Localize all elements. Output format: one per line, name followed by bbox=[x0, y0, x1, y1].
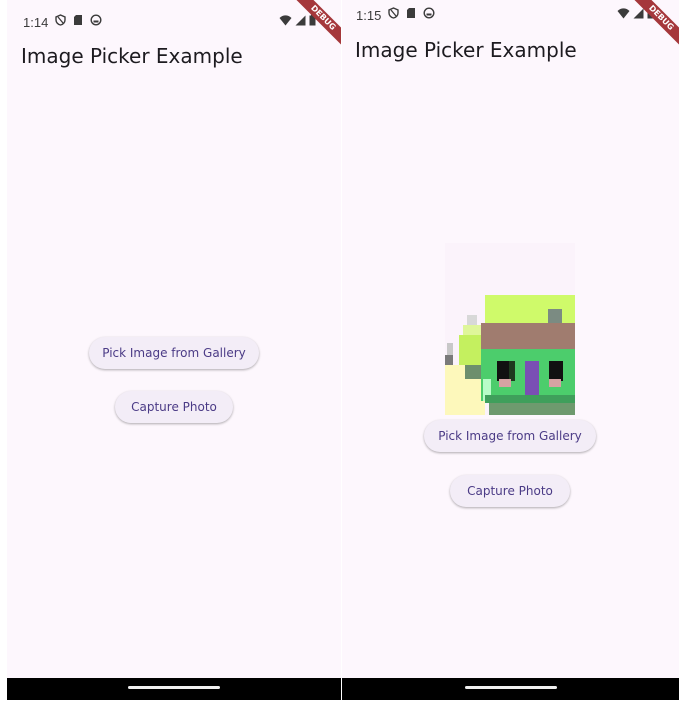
home-handle[interactable] bbox=[464, 686, 557, 689]
shield-icon bbox=[55, 14, 66, 26]
page-title: Image Picker Example bbox=[21, 44, 243, 68]
debug-banner: DEBUG bbox=[629, 0, 679, 50]
debug-banner-label: DEBUG bbox=[291, 0, 341, 50]
left-screen: 1:14 DEBUG Image Picker Example Pick Ima… bbox=[7, 0, 341, 700]
right-screen: 1:15 DEBUG Image Picker Example Pick Ima… bbox=[342, 0, 679, 700]
debug-banner: DEBUG bbox=[291, 0, 341, 50]
status-time: 1:14 bbox=[23, 15, 49, 30]
capture-photo-button[interactable]: Capture Photo bbox=[115, 391, 233, 423]
pick-gallery-button[interactable]: Pick Image from Gallery bbox=[424, 420, 596, 452]
capture-photo-button[interactable]: Capture Photo bbox=[450, 475, 570, 507]
notification-icons bbox=[55, 14, 102, 26]
page-title: Image Picker Example bbox=[355, 38, 577, 62]
shield-icon bbox=[388, 7, 399, 19]
sd-card-icon bbox=[407, 8, 415, 18]
sync-icon bbox=[423, 7, 435, 19]
sd-card-icon bbox=[74, 15, 82, 25]
home-handle[interactable] bbox=[128, 686, 220, 689]
system-nav-bar bbox=[342, 678, 679, 700]
pick-gallery-button[interactable]: Pick Image from Gallery bbox=[89, 337, 259, 369]
sync-icon bbox=[90, 14, 102, 26]
system-nav-bar bbox=[7, 678, 341, 700]
status-time: 1:15 bbox=[356, 8, 382, 23]
picked-image-preview bbox=[445, 243, 575, 415]
notification-icons bbox=[388, 7, 435, 19]
debug-banner-label: DEBUG bbox=[629, 0, 679, 50]
